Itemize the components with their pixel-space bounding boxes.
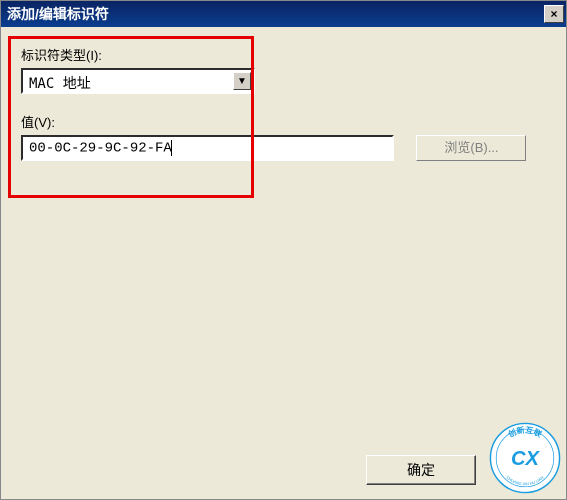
- identifier-type-row: 标识符类型(I): MAC 地址 ▼: [21, 45, 546, 94]
- value-input[interactable]: 00-0C-29-9C-92-FA: [21, 135, 394, 161]
- close-button[interactable]: ×: [544, 5, 564, 23]
- identifier-type-value: MAC 地址: [23, 70, 253, 96]
- chevron-down-icon[interactable]: ▼: [233, 72, 251, 90]
- value-row: 值(V): 00-0C-29-9C-92-FA 浏览(B)...: [21, 112, 546, 161]
- browse-button: 浏览(B)...: [416, 135, 526, 161]
- window-title: 添加/编辑标识符: [7, 4, 109, 24]
- close-icon: ×: [550, 7, 557, 21]
- button-row: 确定: [1, 455, 566, 485]
- value-label: 值(V):: [21, 112, 546, 131]
- text-caret: [171, 140, 172, 156]
- ok-button[interactable]: 确定: [366, 455, 476, 485]
- watermark-logo: 创新互联 CHUANG XIN HU LIAN CX: [489, 422, 561, 494]
- dialog-content: 标识符类型(I): MAC 地址 ▼ 值(V): 00-0C-29-9C-92-…: [1, 27, 566, 499]
- watermark-cx: CX: [511, 448, 541, 470]
- dialog-window: 添加/编辑标识符 × 标识符类型(I): MAC 地址 ▼ 值(V): 00-0…: [0, 0, 567, 500]
- value-text: 00-0C-29-9C-92-FA: [29, 141, 172, 157]
- titlebar: 添加/编辑标识符 ×: [1, 1, 566, 27]
- identifier-type-select[interactable]: MAC 地址 ▼: [21, 68, 255, 94]
- identifier-type-label: 标识符类型(I):: [21, 45, 546, 64]
